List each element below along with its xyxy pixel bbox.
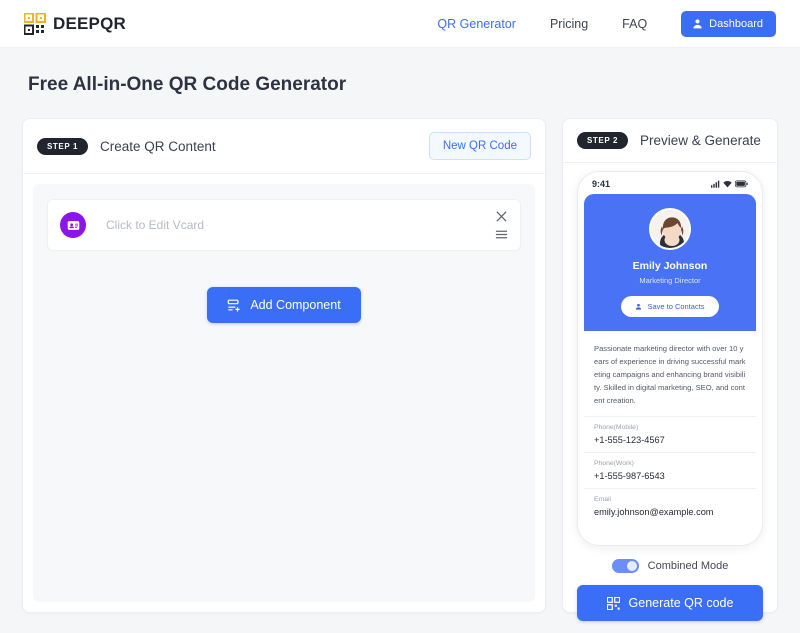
status-icons	[711, 180, 748, 188]
nav-item-qr-generator[interactable]: QR Generator	[437, 17, 516, 31]
add-component-button[interactable]: Add Component	[207, 287, 361, 323]
qr-icon	[606, 596, 620, 610]
drag-handle-icon[interactable]	[495, 229, 508, 240]
field-label: Phone(Mobile)	[594, 424, 639, 432]
user-icon	[636, 303, 642, 310]
add-component-icon	[228, 299, 240, 312]
vcard-icon	[60, 212, 86, 238]
qr-logo-icon	[24, 12, 46, 35]
field-email: Email emily.johnson@example.com	[584, 488, 756, 524]
field-value: +1-555-123-4567	[594, 435, 665, 446]
component-row-vcard[interactable]: Click to Edit Vcard	[47, 199, 521, 251]
contact-role: Marketing Director	[639, 276, 701, 285]
step1-header: STEP 1 Create QR Content New QR Code	[23, 119, 545, 174]
field-label: Email	[594, 496, 611, 504]
user-icon	[693, 19, 702, 29]
step1-badge: STEP 1	[37, 137, 89, 155]
generate-qr-code-label: Generate QR code	[628, 596, 734, 610]
page-title: Free All-in-One QR Code Generator	[28, 74, 347, 95]
nav-item-faq[interactable]: FAQ	[622, 17, 647, 31]
field-value: +1-555-987-6543	[594, 471, 665, 482]
step2-badge: STEP 2	[577, 132, 629, 149]
step2-header: STEP 2 Preview & Generate	[563, 119, 777, 163]
component-row-actions	[495, 210, 508, 240]
avatar	[649, 208, 691, 250]
field-phone-work: Phone(Work) +1-555-987-6543	[584, 452, 756, 488]
save-to-contacts-label: Save to Contacts	[647, 302, 705, 311]
step1-content-area: Click to Edit Vcard Add Component	[33, 184, 535, 602]
add-component-wrap: Add Component	[47, 287, 521, 323]
step1-title: Create QR Content	[100, 138, 216, 154]
nav-links: QR Generator Pricing FAQ Dashboard	[437, 10, 776, 37]
main-layout: STEP 1 Create QR Content New QR Code Cli…	[0, 96, 800, 621]
phone-status-bar: 9:41	[584, 179, 756, 194]
field-value: emily.johnson@example.com	[594, 507, 714, 518]
battery-icon	[735, 180, 748, 188]
vcard-hero: Emily Johnson Marketing Director Save to…	[584, 194, 756, 331]
contact-bio: Passionate marketing director with over …	[594, 344, 746, 406]
contact-name: Emily Johnson	[632, 260, 708, 272]
dashboard-button-label: Dashboard	[709, 17, 763, 30]
step2-title: Preview & Generate	[640, 133, 761, 148]
nav-item-pricing[interactable]: Pricing	[550, 17, 588, 31]
status-time: 9:41	[592, 179, 611, 189]
preview-area: 9:41 Emily Johnson Marketing Director Sa…	[563, 163, 777, 573]
combined-mode-label: Combined Mode	[647, 560, 729, 572]
brand-name: DEEPQR	[53, 13, 126, 33]
generate-qr-code-button[interactable]: Generate QR code	[577, 585, 763, 621]
combined-mode-toggle[interactable]	[611, 559, 639, 573]
step2-panel: STEP 2 Preview & Generate 9:41 Emily Joh…	[562, 118, 778, 621]
field-phone-mobile: Phone(Mobile) +1-555-123-4567	[584, 416, 756, 452]
combined-mode-row: Combined Mode	[611, 559, 729, 573]
signal-icon	[711, 180, 720, 188]
step1-panel: STEP 1 Create QR Content New QR Code Cli…	[22, 118, 546, 613]
field-label: Phone(Work)	[594, 460, 634, 468]
phone-screen: Emily Johnson Marketing Director Save to…	[584, 194, 756, 539]
close-icon[interactable]	[495, 210, 508, 223]
top-navbar: DEEPQR QR Generator Pricing FAQ Dashboar…	[0, 0, 800, 48]
component-label: Click to Edit Vcard	[106, 218, 205, 232]
new-qr-code-button[interactable]: New QR Code	[428, 132, 531, 160]
wifi-icon	[723, 180, 732, 188]
brand-logo[interactable]: DEEPQR	[24, 12, 126, 35]
phone-mockup: 9:41 Emily Johnson Marketing Director Sa…	[577, 171, 763, 546]
add-component-label: Add Component	[250, 298, 341, 312]
dashboard-button[interactable]: Dashboard	[681, 10, 776, 37]
save-to-contacts-button[interactable]: Save to Contacts	[621, 296, 719, 317]
